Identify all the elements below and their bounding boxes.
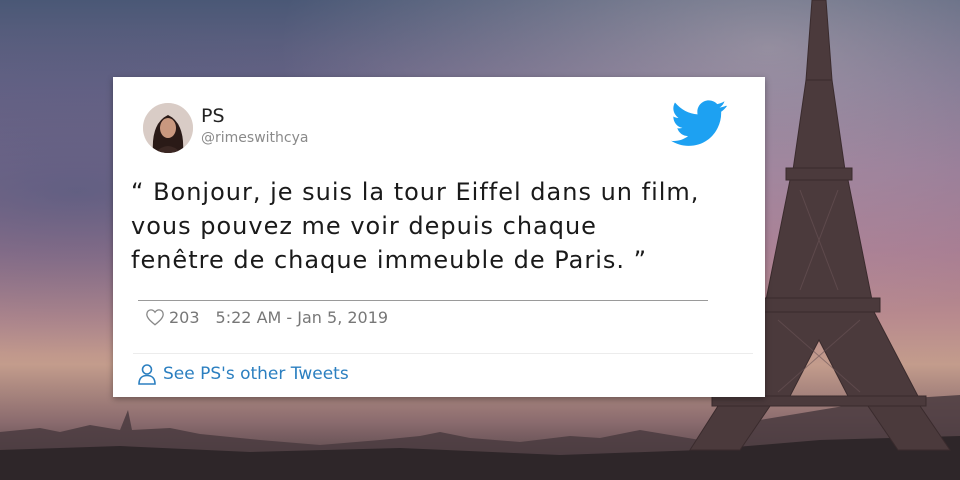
avatar[interactable] xyxy=(143,103,193,153)
tweet-card: PS @rimeswithcya “ Bonjour, je suis la t… xyxy=(113,77,765,397)
author-handle[interactable]: @rimeswithcya xyxy=(201,130,308,146)
see-other-tweets-label: See PS's other Tweets xyxy=(163,364,349,384)
avatar-image xyxy=(143,103,193,153)
tweet-meta: 203 5:22 AM - Jan 5, 2019 xyxy=(145,306,388,328)
divider xyxy=(138,300,708,301)
author-name[interactable]: PS xyxy=(201,105,225,127)
heart-icon[interactable] xyxy=(145,308,165,326)
twitter-bird-icon[interactable] xyxy=(668,95,730,151)
like-count: 203 xyxy=(169,307,200,327)
timestamp[interactable]: 5:22 AM - Jan 5, 2019 xyxy=(216,308,389,327)
footer-divider xyxy=(133,353,753,354)
person-icon xyxy=(138,364,156,385)
tweet-text: “ Bonjour, je suis la tour Eiffel dans u… xyxy=(131,178,700,274)
see-other-tweets-link[interactable]: See PS's other Tweets xyxy=(137,363,349,385)
